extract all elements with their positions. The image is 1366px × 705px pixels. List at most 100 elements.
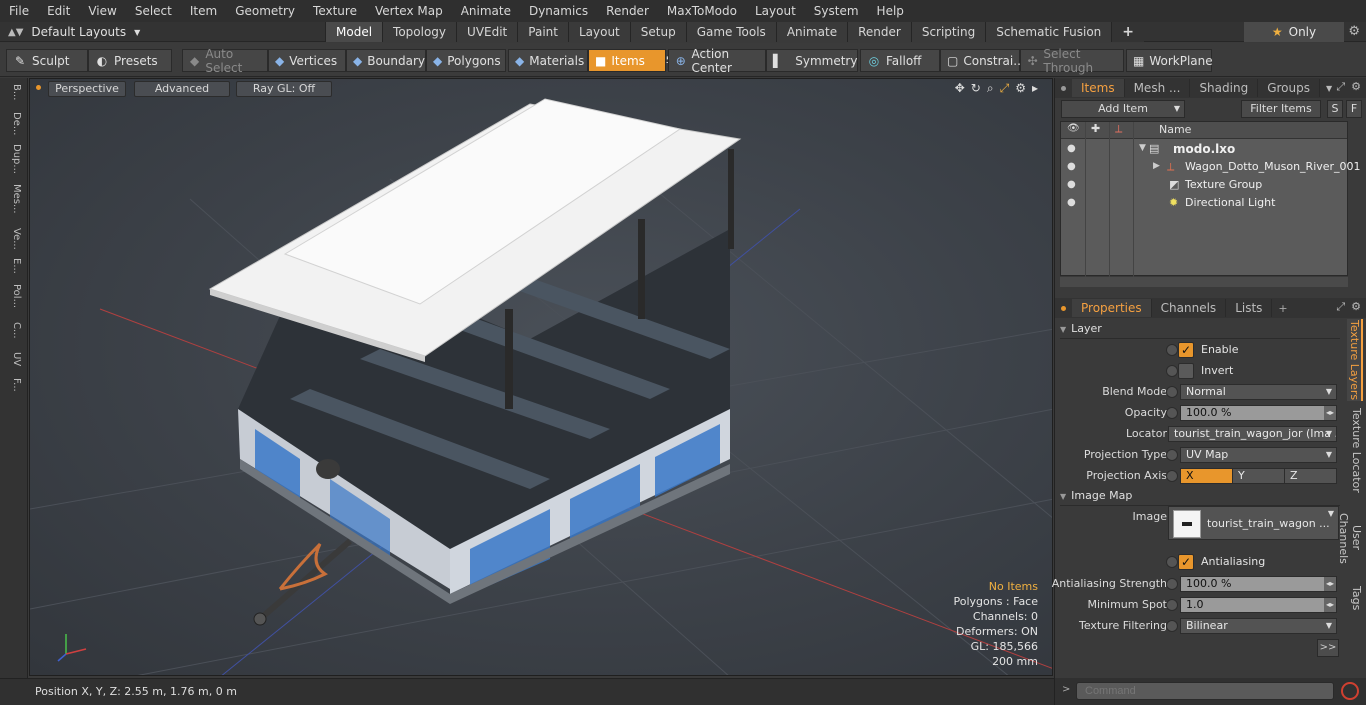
panel-gear-icon[interactable]: ⚙ xyxy=(1351,80,1361,94)
projection-axis-channel-dot[interactable] xyxy=(1166,470,1178,482)
visibility-eye-icon[interactable]: ● xyxy=(1067,197,1079,209)
menu-help[interactable]: Help xyxy=(868,0,913,22)
f-button[interactable]: F xyxy=(1346,100,1362,118)
command-input[interactable] xyxy=(1076,682,1334,700)
tab-model[interactable]: Model xyxy=(325,22,383,42)
tab-groups[interactable]: Groups xyxy=(1258,79,1320,97)
left-tab-duplicate[interactable]: Dup... xyxy=(4,144,22,174)
stepper-icon[interactable]: ◂▸ xyxy=(1324,577,1336,591)
image-select[interactable]: tourist_train_wagon ... ▼ xyxy=(1168,506,1339,540)
viewport-expand-icon[interactable]: ▸ xyxy=(1032,81,1038,96)
panel-gear-icon[interactable]: ⚙ xyxy=(1351,300,1361,314)
filter-items-button[interactable]: Filter Items xyxy=(1241,100,1321,118)
tab-uvedit[interactable]: UVEdit xyxy=(456,22,518,42)
item-list-scrollbar[interactable] xyxy=(1060,277,1348,287)
more-options-button[interactable]: >> xyxy=(1317,639,1339,657)
blend-mode-channel-dot[interactable] xyxy=(1166,386,1178,398)
menu-file[interactable]: File xyxy=(0,0,38,22)
menu-edit[interactable]: Edit xyxy=(38,0,79,22)
add-tab-button[interactable]: + xyxy=(1111,22,1145,42)
3d-viewport[interactable]: Perspective Advanced Ray GL: Off ✥ ↻ ⌕ ⤢… xyxy=(29,78,1053,676)
tab-paint[interactable]: Paint xyxy=(517,22,568,42)
menu-maxtomodo[interactable]: MaxToModo xyxy=(658,0,746,22)
tab-topology[interactable]: Topology xyxy=(382,22,457,42)
left-tab-vertex[interactable]: Ve... xyxy=(4,228,22,250)
left-tab-mesh[interactable]: Mes... xyxy=(4,184,22,214)
zoom-view-icon[interactable]: ⌕ xyxy=(987,81,994,96)
axis-y-button[interactable]: Y xyxy=(1233,469,1285,483)
maximize-icon[interactable]: ⤢ xyxy=(1336,300,1345,314)
add-tab-icon[interactable]: + xyxy=(1278,302,1287,315)
boundary-button[interactable]: ◆ Boundary xyxy=(346,49,426,72)
symmetry-button[interactable]: ▌ Symmetry xyxy=(766,49,858,72)
min-spot-channel-dot[interactable] xyxy=(1166,599,1178,611)
layer-section-header[interactable]: ▼ Layer xyxy=(1060,322,1340,339)
tab-channels[interactable]: Channels xyxy=(1152,299,1227,317)
tab-setup[interactable]: Setup xyxy=(629,22,686,42)
advanced-button[interactable]: Advanced xyxy=(134,81,230,97)
select-through-button[interactable]: ✣ Select Through xyxy=(1020,47,1124,75)
blend-mode-select[interactable]: Normal ▼ xyxy=(1180,384,1337,400)
visibility-eye-icon[interactable]: ● xyxy=(1067,161,1079,173)
constrain-button[interactable]: ▢ Constrai... xyxy=(940,49,1025,72)
item-row-scene[interactable]: ● ▼ ▤ modo.lxo xyxy=(1061,140,1347,158)
workplane-button[interactable]: ▦ WorkPlane xyxy=(1126,49,1213,72)
gear-icon[interactable]: ⚙ xyxy=(1348,24,1360,39)
texture-filtering-channel-dot[interactable] xyxy=(1166,620,1178,632)
tab-mesh[interactable]: Mesh ... xyxy=(1125,79,1191,97)
add-item-button[interactable]: Add Item ▼ xyxy=(1061,100,1185,118)
left-tab-basic[interactable]: B... xyxy=(4,84,22,100)
invert-channel-dot[interactable] xyxy=(1166,365,1178,377)
panel-dot-icon[interactable] xyxy=(1061,305,1066,311)
texture-filtering-select[interactable]: Bilinear ▼ xyxy=(1180,618,1337,634)
visibility-eye-icon[interactable]: ● xyxy=(1067,143,1079,155)
menu-select[interactable]: Select xyxy=(126,0,181,22)
menu-animate[interactable]: Animate xyxy=(452,0,520,22)
vertices-button[interactable]: ◆ Vertices 1 xyxy=(268,49,352,72)
rotate-view-icon[interactable]: ↻ xyxy=(971,81,981,96)
antialiasing-channel-dot[interactable] xyxy=(1166,556,1178,568)
tab-lists[interactable]: Lists xyxy=(1226,299,1273,317)
maximize-icon[interactable]: ⤢ xyxy=(1336,80,1345,94)
only-toggle[interactable]: ★ Only xyxy=(1244,22,1344,42)
left-tab-curve[interactable]: C... xyxy=(4,322,22,339)
menu-system[interactable]: System xyxy=(805,0,868,22)
locator-select[interactable]: tourist_train_wagon_jor (Ima ... ▼ xyxy=(1168,426,1337,442)
menu-vertex-map[interactable]: Vertex Map xyxy=(366,0,452,22)
record-macro-icon[interactable] xyxy=(1341,682,1359,700)
side-tab-texture-layers[interactable]: Texture Layers xyxy=(1347,319,1363,401)
side-tab-texture-locator[interactable]: Texture Locator xyxy=(1347,407,1363,493)
tab-properties[interactable]: Properties xyxy=(1072,299,1152,317)
viewport-menu-dot-icon[interactable] xyxy=(36,85,41,90)
left-tab-fusion[interactable]: F... xyxy=(4,378,22,392)
aa-strength-channel-dot[interactable] xyxy=(1166,578,1178,590)
left-tab-deform[interactable]: De... xyxy=(4,112,22,135)
tabs-dropdown-icon[interactable]: ▼ xyxy=(1326,84,1332,93)
side-tab-tags[interactable]: Tags xyxy=(1347,583,1363,613)
menu-dynamics[interactable]: Dynamics xyxy=(520,0,597,22)
enable-channel-dot[interactable] xyxy=(1166,344,1178,356)
items-button[interactable]: ■ Items 5 xyxy=(588,49,672,72)
opacity-field[interactable]: 100.0 % ◂▸ xyxy=(1180,405,1337,421)
auto-select-button[interactable]: ◆ Auto Select xyxy=(182,47,268,75)
visibility-eye-icon[interactable]: ● xyxy=(1067,179,1079,191)
name-column-header[interactable]: Name xyxy=(1159,123,1191,136)
menu-render[interactable]: Render xyxy=(597,0,658,22)
stepper-icon[interactable]: ◂▸ xyxy=(1324,406,1336,420)
collapse-arrow-icon[interactable]: ▼ xyxy=(1139,143,1146,153)
item-row-light[interactable]: ● ✹ Directional Light xyxy=(1061,194,1347,212)
expand-arrow-icon[interactable]: ▶ xyxy=(1153,161,1160,171)
min-spot-field[interactable]: 1.0 ◂▸ xyxy=(1180,597,1337,613)
presets-button[interactable]: ◐ Presets xyxy=(88,49,172,72)
polygons-button[interactable]: ◆ Polygons xyxy=(426,49,506,72)
menu-geometry[interactable]: Geometry xyxy=(226,0,304,22)
stepper-icon[interactable]: ◂▸ xyxy=(1324,598,1336,612)
viewport-gear-icon[interactable]: ⚙ xyxy=(1015,81,1026,96)
tab-schematic-fusion[interactable]: Schematic Fusion xyxy=(985,22,1112,42)
menu-texture[interactable]: Texture xyxy=(304,0,366,22)
tab-scripting[interactable]: Scripting xyxy=(910,22,986,42)
tab-game-tools[interactable]: Game Tools xyxy=(685,22,776,42)
side-tab-user-channels[interactable]: User Channels xyxy=(1337,499,1363,577)
antialiasing-checkbox[interactable]: ✓ xyxy=(1178,554,1194,570)
image-map-section-header[interactable]: ▼ Image Map xyxy=(1060,489,1340,506)
